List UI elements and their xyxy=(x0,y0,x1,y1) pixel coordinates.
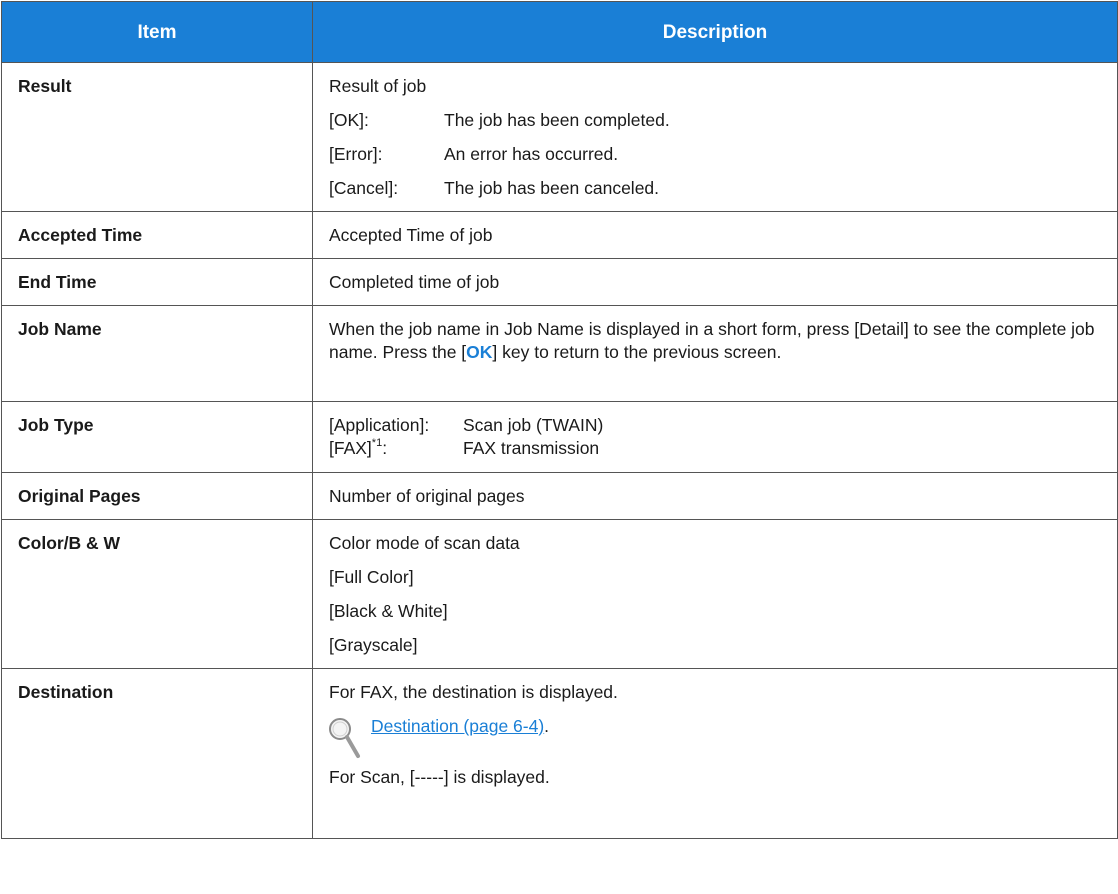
destination-text-scan: For Scan, [-----] is displayed. xyxy=(329,767,550,787)
item-accepted-time: Accepted Time xyxy=(1,211,313,259)
item-end-time: End Time xyxy=(1,258,313,306)
option-error: [Error]: An error has occurred. xyxy=(329,143,1101,166)
item-destination: Destination xyxy=(1,668,313,839)
description-end-time: Completed time of job xyxy=(312,258,1118,306)
destination-text-fax: For FAX, the destination is displayed. xyxy=(329,682,618,702)
option-text: Scan job (TWAIN) xyxy=(463,415,604,435)
item-original-pages: Original Pages xyxy=(1,472,313,520)
reference-link-row: Destination (page 6-4). xyxy=(329,715,1101,761)
option-text: An error has occurred. xyxy=(444,144,619,164)
color-option-grayscale: [Grayscale] xyxy=(329,635,418,655)
column-header-description: Description xyxy=(312,1,1118,63)
description-job-name: When the job name in Job Name is display… xyxy=(312,305,1118,402)
job-name-text-after: ] key to return to the previous screen. xyxy=(492,342,782,362)
table-row-destination: Destination For FAX, the destination is … xyxy=(1,668,1118,839)
fax-key-colon: : xyxy=(382,438,388,458)
table-row-job-name: Job Name When the job name in Job Name i… xyxy=(1,305,1118,402)
fax-key-label: [FAX] xyxy=(329,438,372,458)
magnifier-icon xyxy=(329,718,360,758)
option-application: [Application]: Scan job (TWAIN) xyxy=(329,414,1101,437)
footnote-marker: *1 xyxy=(371,437,383,450)
item-color-mode: Color/B & W xyxy=(1,519,313,669)
option-key: [Application]: xyxy=(329,415,430,435)
item-result: Result xyxy=(1,62,313,212)
table-row-original-pages: Original Pages Number of original pages xyxy=(1,472,1118,520)
item-job-name: Job Name xyxy=(1,305,313,402)
destination-page-link[interactable]: Destination (page 6-4) xyxy=(371,716,544,736)
option-key: [FAX]*1: xyxy=(329,437,463,460)
table-header-row: Item Description xyxy=(1,1,1118,63)
result-intro: Result of job xyxy=(329,76,427,96)
table-row-color-mode: Color/B & W Color mode of scan data [Ful… xyxy=(1,519,1118,669)
job-detail-table: Item Description Result Result of job [O… xyxy=(1,1,1118,839)
color-intro: Color mode of scan data xyxy=(329,533,520,553)
table-row-result: Result Result of job [OK]: The job has b… xyxy=(1,62,1118,212)
column-header-item: Item xyxy=(1,1,313,63)
option-ok: [OK]: The job has been completed. xyxy=(329,109,1101,132)
table-row-end-time: End Time Completed time of job xyxy=(1,258,1118,306)
option-fax: [FAX]*1: FAX transmission xyxy=(329,437,1101,460)
description-job-type: [Application]: Scan job (TWAIN) [FAX]*1:… xyxy=(312,401,1118,473)
color-option-full: [Full Color] xyxy=(329,567,414,587)
option-text: The job has been canceled. xyxy=(444,178,660,198)
option-key: [Error]: xyxy=(329,144,383,164)
table-row-accepted-time: Accepted Time Accepted Time of job xyxy=(1,211,1118,259)
description-destination: For FAX, the destination is displayed. D… xyxy=(312,668,1118,839)
option-cancel: [Cancel]: The job has been canceled. xyxy=(329,177,1101,200)
ok-key-label: OK xyxy=(466,342,493,362)
description-color-mode: Color mode of scan data [Full Color] [Bl… xyxy=(312,519,1118,669)
description-original-pages: Number of original pages xyxy=(312,472,1118,520)
description-accepted-time: Accepted Time of job xyxy=(312,211,1118,259)
link-suffix: . xyxy=(544,716,550,736)
table-row-job-type: Job Type [Application]: Scan job (TWAIN)… xyxy=(1,401,1118,473)
option-text: FAX transmission xyxy=(463,438,600,458)
option-key: [OK]: xyxy=(329,110,369,130)
color-option-bw: [Black & White] xyxy=(329,601,448,621)
option-text: The job has been completed. xyxy=(444,110,670,130)
option-key: [Cancel]: xyxy=(329,178,399,198)
item-job-type: Job Type xyxy=(1,401,313,473)
description-result: Result of job [OK]: The job has been com… xyxy=(312,62,1118,212)
